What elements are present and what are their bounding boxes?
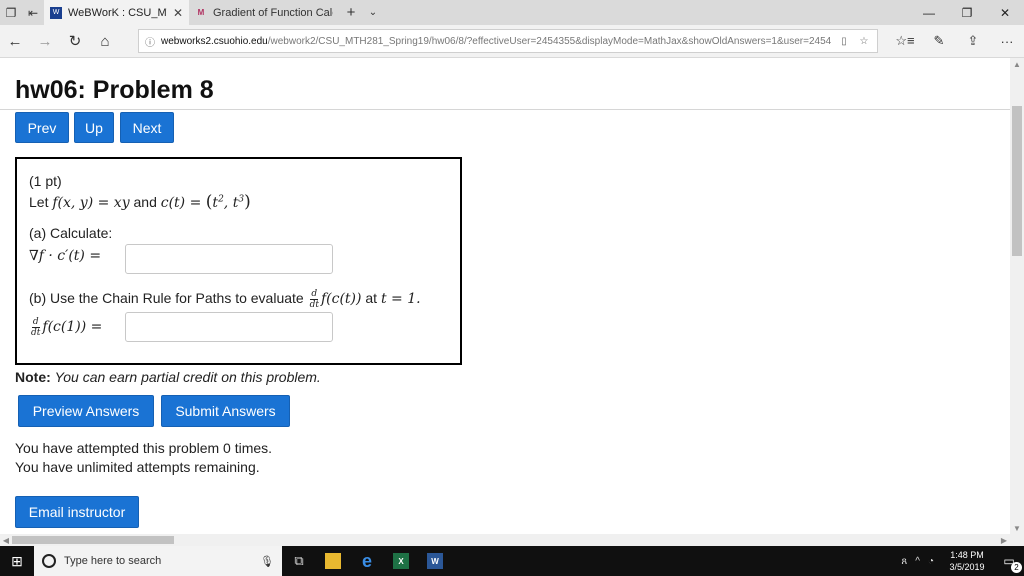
mathway-favicon-icon: M — [197, 8, 205, 17]
browser-toolbar-right: ☆≡ ✎ ⇪ ··· — [888, 26, 1024, 56]
windows-taskbar: ⊞ Type here to search 🎙 ⧉ e X W ጸ ^ ◔ 1:… — [0, 546, 1024, 576]
tab-title: WeBWorK : CSU_MTH28 — [68, 6, 167, 19]
and-word: and — [133, 194, 157, 210]
webwork-favicon-icon: W — [50, 6, 62, 19]
web-notes-pen-icon[interactable]: ✎ — [922, 26, 956, 56]
windows-start-icon[interactable]: ⊞ — [0, 546, 34, 576]
horizontal-scrollbar[interactable]: ◀ ▶ — [0, 534, 1024, 546]
people-icon[interactable]: ጸ — [901, 556, 907, 567]
browser-nav-bar: ← → ↻ ⌂ ⓘ webworks2.csuohio.edu/webwork2… — [0, 25, 1024, 58]
attempts-remaining-text: You have unlimited attempts remaining. — [15, 459, 260, 475]
next-button[interactable]: Next — [120, 112, 174, 143]
wifi-icon[interactable]: ◔ — [928, 556, 934, 567]
back-arrow-icon[interactable]: ← — [0, 26, 30, 56]
c-definition: c(t) = (t2, t3) — [160, 192, 251, 212]
browser-title-bar: ❐ ⇤ W WeBWorK : CSU_MTH28 ✕ M Gradient o… — [0, 0, 1024, 25]
submit-answers-button[interactable]: Submit Answers — [161, 395, 290, 427]
favorites-list-icon[interactable]: ☆≡ — [888, 26, 922, 56]
close-tab-icon[interactable]: ✕ — [173, 6, 183, 20]
url-path: /webwork2/CSU_MTH281_Spring19/hw06/8/?ef… — [267, 35, 831, 47]
part-b-prefix: (b) Use the Chain Rule for Paths to eval… — [29, 290, 304, 307]
webpage-content: hw06: Problem 8 Prev Up Next (1 pt) Let … — [0, 58, 1010, 534]
favorite-star-icon[interactable]: ☆ — [857, 36, 871, 47]
url-text[interactable]: webworks2.csuohio.edu/webwork2/CSU_MTH28… — [161, 36, 831, 47]
email-instructor-button[interactable]: Email instructor — [15, 496, 139, 528]
task-view-icon[interactable]: ⧉ — [282, 546, 316, 576]
url-host: webworks2.csuohio.edu — [161, 35, 268, 47]
answer-a-field[interactable] — [125, 244, 333, 274]
excel-icon[interactable]: X — [384, 546, 418, 576]
tab-webwork[interactable]: W WeBWorK : CSU_MTH28 ✕ — [44, 0, 189, 25]
reading-view-icon[interactable]: ▯ — [837, 36, 851, 47]
problem-statement: Let f(x, y) = xy and c(t) = (t2, t3) — [29, 192, 251, 212]
vertical-scroll-thumb[interactable] — [1012, 106, 1022, 256]
title-divider — [0, 109, 1010, 110]
show-hidden-icons-chevron-icon[interactable]: ^ — [915, 556, 920, 567]
tab-gradient-calculator[interactable]: M Gradient of Function Calcul — [189, 0, 339, 25]
let-word: Let — [29, 194, 49, 210]
cortana-circle-icon — [42, 554, 56, 568]
part-a-expression: ∇f · c′(t) = — [29, 248, 102, 264]
note-text: You can earn partial credit on this prob… — [54, 369, 321, 385]
taskbar-search-box[interactable]: Type here to search 🎙 — [34, 546, 282, 576]
vertical-scrollbar[interactable]: ▲ ▼ — [1010, 58, 1024, 534]
site-info-icon[interactable]: ⓘ — [145, 34, 155, 49]
horizontal-scroll-thumb[interactable] — [12, 536, 174, 544]
action-center-icon[interactable]: ▭ 2 — [1000, 553, 1022, 573]
clock-time: 1:48 PM — [950, 550, 984, 560]
scroll-left-arrow-icon[interactable]: ◀ — [0, 534, 12, 546]
preview-answers-button[interactable]: Preview Answers — [18, 395, 154, 427]
forward-arrow-icon[interactable]: → — [30, 26, 60, 56]
home-icon[interactable]: ⌂ — [90, 26, 120, 56]
scroll-right-arrow-icon[interactable]: ▶ — [998, 534, 1010, 546]
c-definition-lhs: c(t) = — [160, 195, 206, 211]
attempts-count-text: You have attempted this problem 0 times. — [15, 440, 273, 456]
microphone-icon[interactable]: 🎙 — [260, 555, 274, 568]
up-button[interactable]: Up — [74, 112, 114, 143]
tab-actions-icon[interactable]: ❐ — [0, 0, 22, 25]
f-definition: f(x, y) = xy — [52, 195, 130, 211]
part-b-expression: f(c(t)) — [320, 291, 362, 308]
more-menu-icon[interactable]: ··· — [990, 26, 1024, 56]
scroll-up-arrow-icon[interactable]: ▲ — [1010, 58, 1024, 70]
part-a-label: (a) Calculate: — [29, 225, 113, 241]
minimize-icon[interactable]: — — [910, 0, 948, 25]
window-controls: — ❐ ✕ — [910, 0, 1024, 25]
word-icon[interactable]: W — [418, 546, 452, 576]
problem-points: (1 pt) — [29, 173, 62, 189]
partial-credit-note: Note: You can earn partial credit on thi… — [15, 369, 321, 385]
restore-icon[interactable]: ❐ — [948, 0, 986, 25]
derivative-d-dt: d dt — [309, 289, 319, 310]
part-b-condition: t = 1. — [380, 291, 421, 308]
address-bar[interactable]: ⓘ webworks2.csuohio.edu/webwork2/CSU_MTH… — [138, 29, 878, 53]
problem-box: (1 pt) Let f(x, y) = xy and c(t) = (t2, … — [15, 157, 462, 365]
notification-count-badge: 2 — [1011, 562, 1022, 573]
part-b-answer-expression-row: d dt f(c(1)) = — [29, 317, 102, 338]
refresh-icon[interactable]: ↻ — [60, 26, 90, 56]
file-explorer-icon[interactable] — [316, 546, 350, 576]
tab-title: Gradient of Function Calcul — [213, 6, 333, 19]
part-b-answer-expression: f(c(1)) = — [42, 319, 103, 336]
set-tabs-aside-icon[interactable]: ⇤ — [22, 0, 44, 25]
share-icon[interactable]: ⇪ — [956, 26, 990, 56]
tab-list-chevron-icon[interactable]: ⌄ — [363, 0, 383, 25]
clock-date: 3/5/2019 — [949, 562, 985, 572]
taskbar-search-placeholder: Type here to search — [64, 555, 162, 567]
part-b-statement: (b) Use the Chain Rule for Paths to eval… — [29, 289, 421, 310]
answer-b-field[interactable] — [125, 312, 333, 342]
part-b-at: at — [365, 290, 378, 307]
prev-button[interactable]: Prev — [15, 112, 69, 143]
taskbar-clock[interactable]: 1:48 PM 3/5/2019 — [942, 549, 992, 573]
close-window-icon[interactable]: ✕ — [986, 0, 1024, 25]
edge-browser-icon[interactable]: e — [350, 546, 384, 576]
note-label: Note: — [15, 369, 51, 385]
page-title: hw06: Problem 8 — [15, 76, 214, 104]
derivative-d-dt: d dt — [31, 317, 41, 338]
system-tray: ጸ ^ ◔ 1:48 PM 3/5/2019 ▭ 2 — [901, 549, 1024, 573]
new-tab-icon[interactable]: + — [339, 0, 363, 25]
scroll-down-arrow-icon[interactable]: ▼ — [1010, 522, 1024, 534]
